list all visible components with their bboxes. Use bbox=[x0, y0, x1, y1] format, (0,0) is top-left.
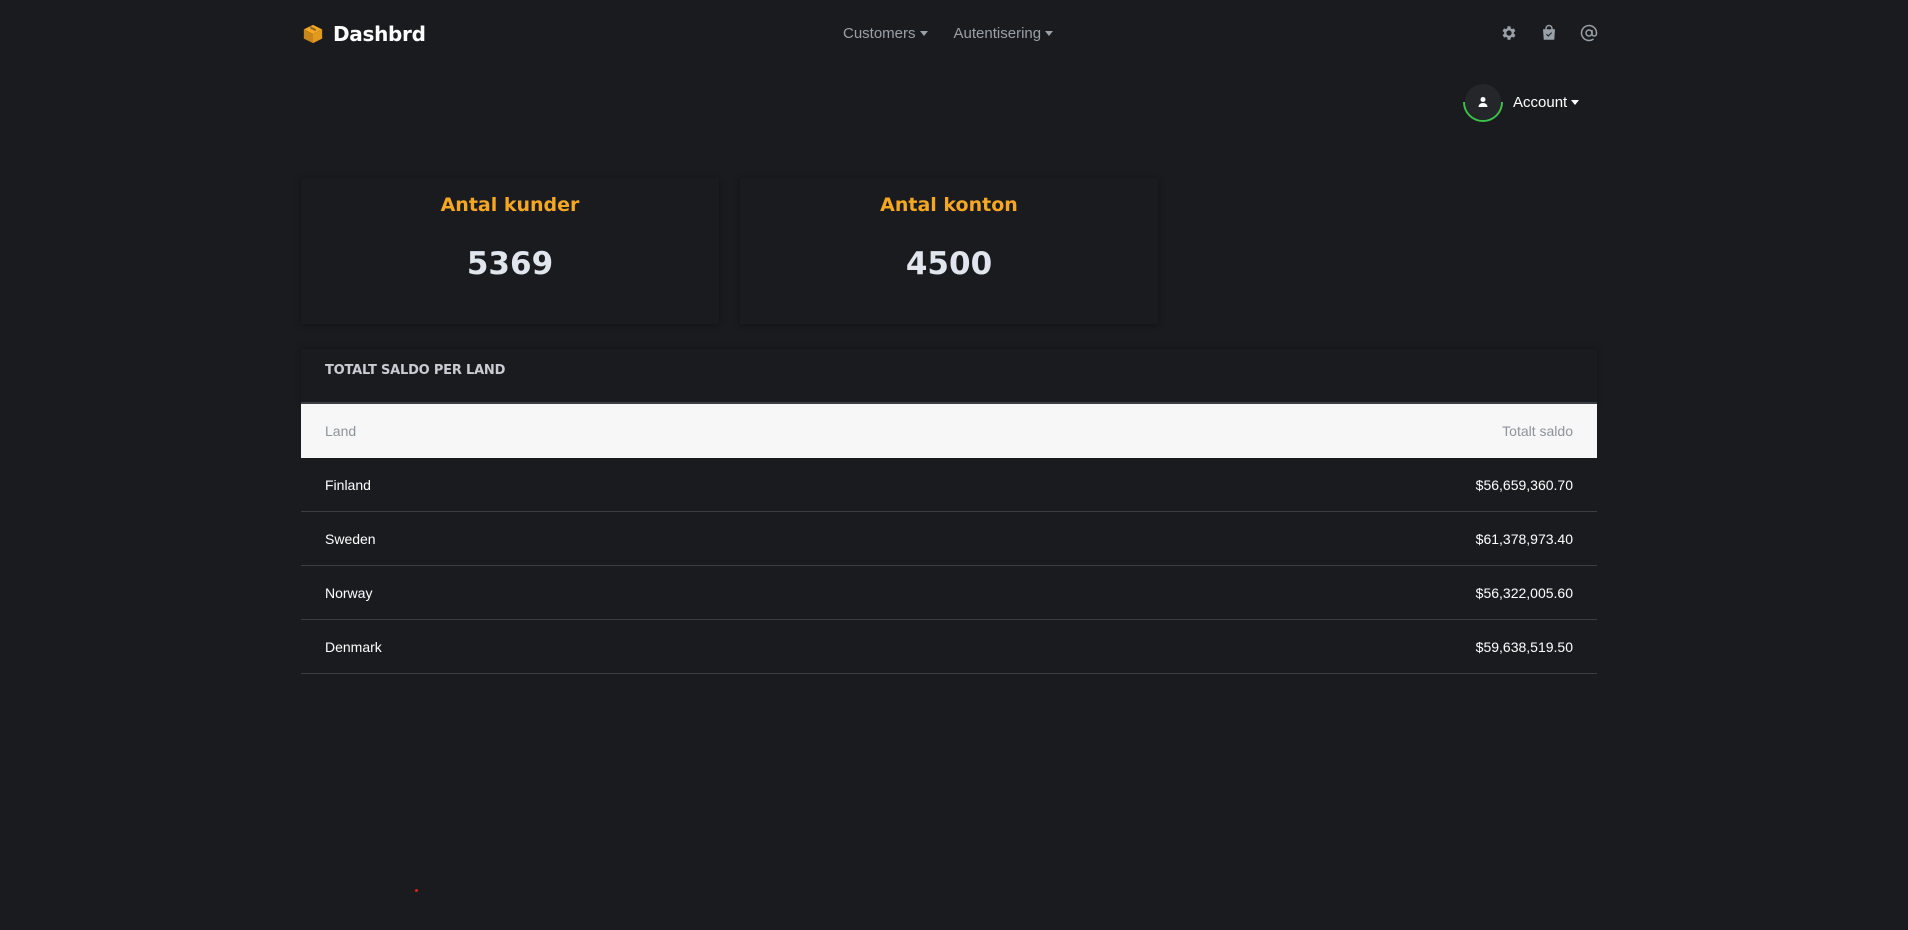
avatar bbox=[1463, 82, 1503, 122]
dashboard-page: Dashbrd Customers Autentisering Account … bbox=[0, 0, 1908, 930]
country-cell: Denmark bbox=[301, 619, 844, 674]
account-label: Account bbox=[1513, 93, 1568, 111]
avatar-circle bbox=[1465, 84, 1501, 120]
nav-customers-dropdown[interactable]: Customers bbox=[843, 25, 928, 42]
shopping-bag-icon[interactable] bbox=[1540, 24, 1558, 42]
column-header-balance: Totalt saldo bbox=[1502, 423, 1573, 439]
nav-icons bbox=[1500, 24, 1598, 42]
table-header-row: Land Totalt saldo bbox=[301, 404, 1597, 458]
stat-title: Antal konton bbox=[880, 194, 1018, 216]
stat-card-accounts: Antal konton 4500 bbox=[740, 178, 1158, 324]
caret-down-icon bbox=[1045, 31, 1054, 36]
country-cell: Norway bbox=[301, 565, 844, 620]
caret-down-icon bbox=[919, 31, 928, 36]
nav-autentisering-dropdown[interactable]: Autentisering bbox=[954, 25, 1054, 42]
caret-down-icon bbox=[1571, 99, 1580, 105]
balance-cell: $61,378,973.40 bbox=[843, 511, 1597, 566]
balance-cell: $59,638,519.50 bbox=[843, 619, 1597, 674]
stat-card-customers: Antal kunder 5369 bbox=[301, 178, 719, 324]
card-heading: TOTALT SALDO PER LAND bbox=[301, 349, 1597, 404]
table-row: Sweden $61,378,973.40 bbox=[301, 511, 1597, 566]
country-cell: Finland bbox=[301, 458, 844, 512]
nav-customers-label: Customers bbox=[843, 25, 916, 42]
table-row: Finland $56,659,360.70 bbox=[301, 458, 1597, 512]
brand-name: Dashbrd bbox=[333, 22, 426, 46]
column-header-country: Land bbox=[325, 423, 357, 439]
nav-links: Customers Autentisering bbox=[843, 25, 1054, 42]
gear-icon[interactable] bbox=[1500, 24, 1518, 42]
table-row: Norway $56,322,005.60 bbox=[301, 565, 1597, 620]
top-navbar: Dashbrd Customers Autentisering bbox=[300, 14, 1598, 54]
stat-value: 5369 bbox=[466, 246, 554, 282]
stat-title: Antal kunder bbox=[440, 194, 580, 216]
account-label-wrap: Account bbox=[1513, 93, 1580, 111]
box-logo-icon bbox=[303, 24, 323, 44]
table-row: Denmark $59,638,519.50 bbox=[301, 619, 1597, 674]
stat-value: 4500 bbox=[905, 246, 993, 282]
cursor-dot bbox=[415, 889, 418, 892]
account-dropdown[interactable]: Account bbox=[1463, 82, 1580, 122]
user-icon bbox=[1478, 97, 1488, 107]
balance-cell: $56,322,005.60 bbox=[843, 565, 1597, 620]
country-cell: Sweden bbox=[301, 511, 844, 566]
at-sign-icon[interactable] bbox=[1580, 24, 1598, 42]
nav-autentisering-label: Autentisering bbox=[953, 25, 1042, 42]
balance-table: Land Totalt saldo Finland $56,659,360.70… bbox=[301, 404, 1597, 674]
balance-per-country-card: TOTALT SALDO PER LAND Land Totalt saldo … bbox=[301, 349, 1597, 674]
brand-link[interactable]: Dashbrd bbox=[302, 22, 426, 46]
balance-cell: $56,659,360.70 bbox=[843, 458, 1597, 512]
